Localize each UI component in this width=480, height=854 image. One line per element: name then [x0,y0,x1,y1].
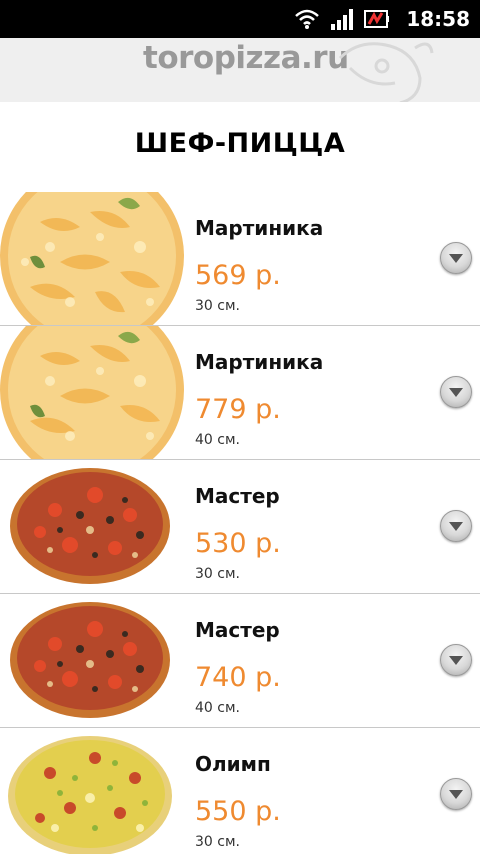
wifi-icon [295,9,320,29]
list-item[interactable]: Мартиника 779 р. 40 см. [0,326,480,460]
expand-button[interactable] [440,242,472,274]
signal-icon [331,9,354,30]
expand-button[interactable] [440,376,472,408]
chevron-down-icon [449,254,463,263]
status-bar: 18:58 [0,0,480,38]
pizza-price: 779 р. [195,394,281,425]
pizza-name: Мастер [195,484,280,508]
pizza-image [0,594,185,727]
pizza-list: Мартиника 569 р. 30 см. Мартиника 779 р.… [0,192,480,854]
pizza-image [0,192,185,325]
pizza-name: Мастер [195,618,280,642]
expand-button[interactable] [440,510,472,542]
pizza-name: Мартиника [195,350,324,374]
pizza-price: 550 р. [195,796,281,827]
expand-button[interactable] [440,644,472,676]
pizza-name: Мартиника [195,216,324,240]
pizza-price: 740 р. [195,662,281,693]
page-title: ШЕФ-ПИЦЦА [134,128,346,159]
status-time: 18:58 [406,7,470,31]
bull-mascot-icon [338,42,434,102]
app-header: toropizza.ru [0,38,480,102]
list-item[interactable]: Мартиника 569 р. 30 см. [0,192,480,326]
pizza-size: 40 см. [195,700,240,716]
pizza-size: 30 см. [195,566,240,582]
pizza-price: 569 р. [195,260,281,291]
list-item[interactable]: Мастер 530 р. 30 см. [0,460,480,594]
chevron-down-icon [449,790,463,799]
list-item[interactable]: Мастер 740 р. 40 см. [0,594,480,728]
pizza-name: Олимп [195,752,271,776]
pizza-image [0,460,185,593]
expand-button[interactable] [440,778,472,810]
pizza-size: 40 см. [195,432,240,448]
pizza-image [0,728,185,854]
pizza-size: 30 см. [195,298,240,314]
list-item[interactable]: Олимп 550 р. 30 см. [0,728,480,854]
pizza-price: 530 р. [195,528,281,559]
site-logo: toropizza.ru [143,40,349,76]
pizza-image [0,326,185,459]
chevron-down-icon [449,656,463,665]
chevron-down-icon [449,388,463,397]
chevron-down-icon [449,522,463,531]
battery-icon [364,10,390,28]
pizza-size: 30 см. [195,834,240,850]
status-icons: 18:58 [294,0,470,38]
